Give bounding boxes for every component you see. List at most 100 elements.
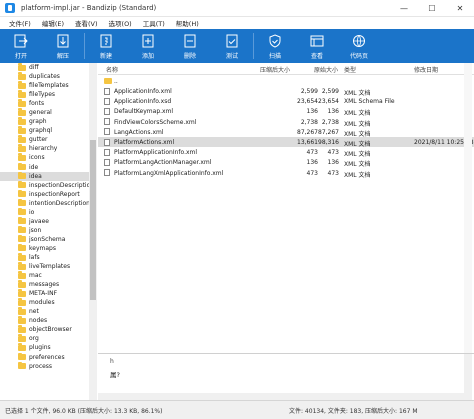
file-row[interactable]: LangActions.xml 87,267 87,267 XML 文档 [98, 127, 474, 138]
file-row[interactable]: PlatformActions.xml 13,661 98,316 XML 文档 202… [98, 137, 474, 148]
tree-item-net[interactable]: net [0, 307, 96, 316]
file-row[interactable]: PlatformApplicationInfo.xml 473 473 XML 文档 [98, 147, 474, 158]
menu-tools[interactable]: 工具(T) [143, 18, 165, 28]
tree-item-hierarchy[interactable]: hierarchy [0, 144, 96, 153]
tree-item-javaee[interactable]: javaee [0, 216, 96, 226]
file-name: PlatformActions.xml [114, 139, 175, 146]
tree-item-gutter[interactable]: gutter [0, 135, 96, 144]
tree-item-keymaps[interactable]: keymaps [0, 243, 96, 253]
preview-vertical-scrollbar[interactable] [464, 354, 472, 401]
codepage-button[interactable]: 代码页 [338, 29, 380, 63]
menu-options[interactable]: 选项(O) [109, 18, 132, 28]
tree-item-intentiondescriptions[interactable]: intentionDescriptions [0, 198, 96, 208]
tree-item-messages[interactable]: messages [0, 280, 96, 289]
column-original-size[interactable]: 原始大小 [314, 65, 338, 74]
tree-item-json[interactable]: json [0, 225, 96, 235]
file-original: 98,316 [318, 139, 339, 146]
file-list-scrollbar[interactable] [464, 63, 472, 353]
tree-item-meta-inf[interactable]: META-INF [0, 289, 96, 298]
tree-item-jsonschema[interactable]: jsonSchema [0, 234, 96, 244]
document-icon [104, 138, 110, 146]
folder-icon [18, 334, 26, 342]
tree-item-diff[interactable]: diff [0, 63, 96, 72]
folder-icon [18, 207, 26, 216]
file-name: LangActions.xml [114, 128, 164, 136]
column-type[interactable]: 类型 [344, 65, 356, 74]
test-button[interactable]: 测试 [211, 29, 253, 63]
file-compressed: 2,738 [300, 118, 318, 126]
parent-folder-row[interactable]: .. [98, 76, 474, 86]
tree-item-fonts[interactable]: fonts [0, 99, 96, 108]
column-name[interactable]: 名称 [106, 65, 118, 74]
tree-item-inspectionreport[interactable]: inspectionReport [0, 189, 96, 199]
scan-button[interactable]: 扫描 [254, 29, 296, 63]
open-button[interactable]: 打开 [0, 29, 42, 63]
tree-item-livetemplates[interactable]: liveTemplates [0, 262, 96, 271]
tree-item-ide[interactable]: ide [0, 162, 96, 172]
tree-item-label: mac [29, 272, 42, 280]
delete-button[interactable]: 删除 [169, 29, 211, 63]
tree-item-nodes[interactable]: nodes [0, 316, 96, 325]
delete-icon [184, 34, 196, 47]
folder-icon [18, 162, 26, 171]
document-icon [104, 118, 110, 126]
tree-item-inspectiondescriptions[interactable]: inspectionDescriptions [0, 180, 96, 190]
window-controls: — ☐ ✕ [390, 0, 474, 17]
menu-view[interactable]: 查看(V) [75, 18, 98, 28]
file-row[interactable]: ApplicationInfo.xsd 23,654 23,654 XML Schem… [98, 96, 474, 106]
tree-item-filetemplates[interactable]: fileTemplates [0, 81, 96, 90]
tree-item-label: net [29, 308, 39, 316]
extract-button[interactable]: 解压 [42, 29, 84, 63]
file-original: 473 [327, 149, 339, 157]
tree-item-label: hierarchy [29, 145, 58, 153]
column-modified[interactable]: 修改日期 [414, 65, 438, 74]
tree-item-lafs[interactable]: lafs [0, 253, 96, 262]
folder-icon [18, 271, 26, 279]
file-row[interactable]: PlatformLangActionManager.xml 136 136 XML 文… [98, 157, 474, 168]
tree-item-filetypes[interactable]: fileTypes [0, 90, 96, 99]
menu-help[interactable]: 帮助(H) [176, 18, 199, 28]
folder-icon [18, 253, 26, 261]
file-row[interactable]: PlatformLangXmlApplicationInfo.xml 473 473… [98, 168, 474, 179]
tree-item-org[interactable]: org [0, 334, 96, 343]
file-original: 87,267 [318, 128, 339, 136]
new-archive-button[interactable]: 新建 [85, 29, 127, 63]
tree-item-icons[interactable]: icons [0, 153, 96, 162]
folder-icon [18, 171, 26, 180]
close-button[interactable]: ✕ [446, 0, 474, 17]
menu-file[interactable]: 文件(F) [9, 18, 31, 28]
file-name: ApplicationInfo.xsd [114, 98, 172, 106]
tree-item-general[interactable]: general [0, 108, 96, 117]
tree-item-mac[interactable]: mac [0, 271, 96, 280]
tree-item-io[interactable]: io [0, 207, 96, 217]
view-button[interactable]: 查看 [296, 29, 338, 63]
menu-edit[interactable]: 编辑(E) [42, 18, 64, 28]
file-compressed: 136 [306, 108, 318, 116]
file-row[interactable]: FindViewColorsScheme.xml 2,738 2,738 XML 文档 [98, 117, 474, 128]
minimize-button[interactable]: — [390, 0, 418, 17]
add-button[interactable]: 添加 [127, 29, 169, 63]
file-compressed: 87,267 [297, 128, 318, 136]
file-row[interactable]: DefaultKeymap.xml 136 136 XML 文档 [98, 106, 474, 117]
file-row[interactable]: ApplicationInfo.xml 2,599 2,599 XML 文档 [98, 86, 474, 97]
folder-icon [18, 298, 26, 306]
column-compressed-size[interactable]: 压缩后大小 [260, 65, 290, 74]
file-compressed: 2,599 [300, 88, 318, 95]
tree-item-idea[interactable]: idea [0, 171, 96, 181]
file-original: 473 [327, 169, 339, 177]
tree-item-preferences[interactable]: preferences [0, 352, 96, 362]
tree-item-objectbrowser[interactable]: objectBrowser [0, 325, 96, 334]
preview-tab[interactable]: h [110, 358, 114, 365]
tree-item-graphql[interactable]: graphql [0, 126, 96, 135]
tree-scrollbar-thumb[interactable] [90, 140, 96, 300]
maximize-button[interactable]: ☐ [418, 0, 446, 17]
tree-item-process[interactable]: process [0, 361, 96, 371]
tree-item-label: diff [29, 64, 39, 72]
folder-icon [18, 72, 26, 80]
tree-item-graph[interactable]: graph [0, 117, 96, 126]
tree-item-plugins[interactable]: plugins [0, 343, 96, 352]
document-icon [104, 158, 110, 166]
tree-item-modules[interactable]: modules [0, 298, 96, 307]
tree-item-duplicates[interactable]: duplicates [0, 72, 96, 81]
new-archive-icon [100, 34, 112, 47]
